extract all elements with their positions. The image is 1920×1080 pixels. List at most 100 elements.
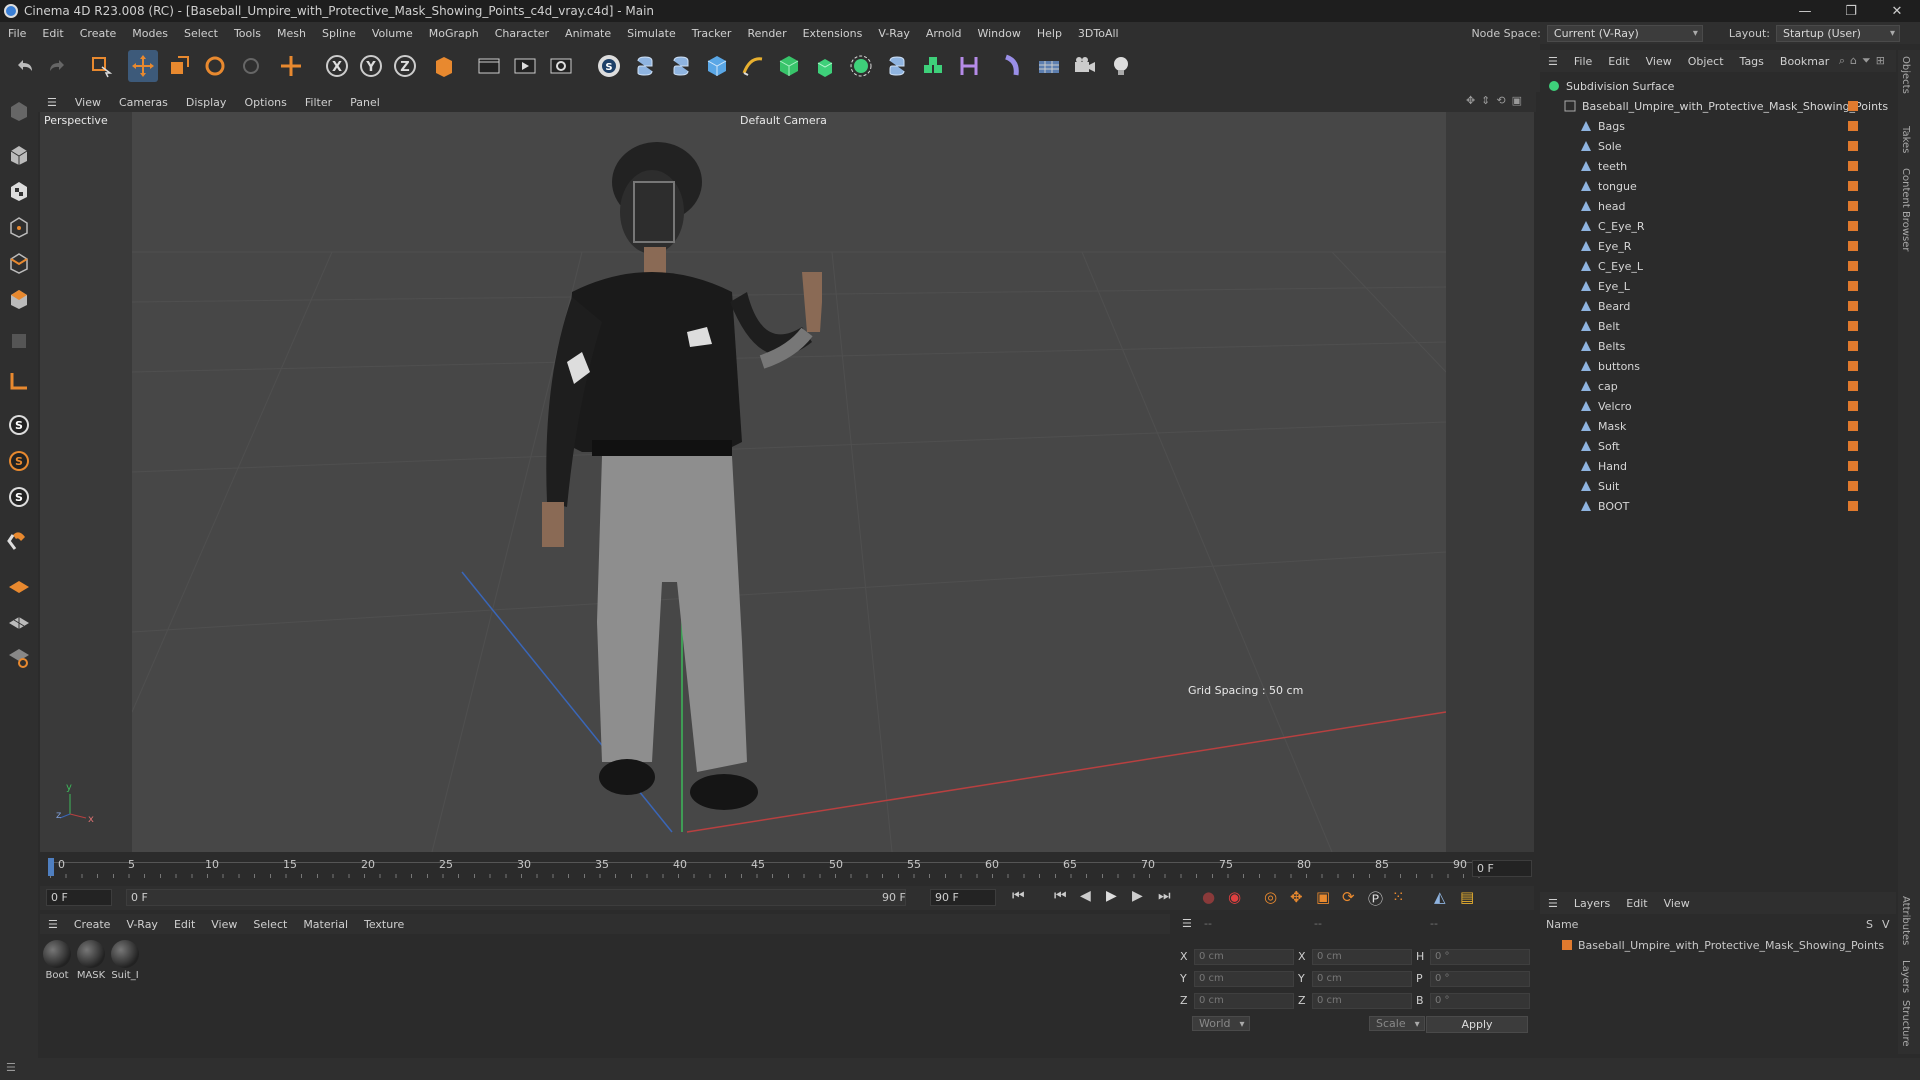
layers-menu-layers[interactable]: Layers — [1566, 897, 1618, 910]
y-axis-lock-icon[interactable]: Y — [356, 50, 386, 82]
play-icon[interactable]: ▶ — [1106, 888, 1117, 904]
viewport-menu-view[interactable]: View — [66, 96, 110, 109]
mograph-icon[interactable] — [918, 50, 948, 82]
menu-select[interactable]: Select — [176, 27, 226, 40]
material-tag[interactable] — [1848, 121, 1858, 131]
render-picture-viewer-icon[interactable] — [510, 50, 540, 82]
deformer-icon[interactable] — [954, 50, 984, 82]
material-tag[interactable] — [1848, 101, 1858, 111]
menu-extensions[interactable]: Extensions — [795, 27, 871, 40]
menu-vray[interactable]: V-Ray — [870, 27, 918, 40]
menu-character[interactable]: Character — [487, 27, 557, 40]
material-tag[interactable] — [1848, 321, 1858, 331]
object-child[interactable]: Hand — [1540, 456, 1896, 476]
menu-file[interactable]: File — [0, 27, 34, 40]
material-tag[interactable] — [1848, 141, 1858, 151]
material-tag[interactable] — [1848, 461, 1858, 471]
menu-edit[interactable]: Edit — [34, 27, 71, 40]
object-child[interactable]: Bags — [1540, 116, 1896, 136]
make-editable-icon[interactable] — [4, 96, 34, 126]
add-transform-icon[interactable] — [276, 50, 306, 82]
node-space-select[interactable]: Current (V-Ray) — [1546, 24, 1703, 42]
render-settings-icon[interactable] — [546, 50, 576, 82]
material-tag[interactable] — [1848, 181, 1858, 191]
material-menu-vray[interactable]: V-Ray — [118, 918, 166, 931]
object-child[interactable]: Mask — [1540, 416, 1896, 436]
extrude-icon[interactable] — [810, 50, 840, 82]
object-child[interactable]: Eye_L — [1540, 276, 1896, 296]
key-pla-icon[interactable]: ⁙ — [1392, 888, 1405, 906]
menu-mograph[interactable]: MoGraph — [421, 27, 487, 40]
umpire-figure[interactable] — [462, 122, 822, 852]
material-suit[interactable]: Suit_I — [110, 940, 140, 981]
z-axis-lock-icon[interactable]: Z — [390, 50, 420, 82]
snap-enable-icon[interactable]: S — [4, 446, 34, 476]
object-child[interactable]: Velcro — [1540, 396, 1896, 416]
material-boot[interactable]: Boot — [42, 940, 72, 981]
objects-hamburger-icon[interactable]: ☰ — [1540, 55, 1566, 68]
motion-system-icon[interactable]: ◭ — [1434, 888, 1446, 906]
menu-simulate[interactable]: Simulate — [619, 27, 684, 40]
size-y-field[interactable]: 0 cm — [1312, 971, 1412, 987]
layers-menu-edit[interactable]: Edit — [1618, 897, 1655, 910]
object-child[interactable]: Sole — [1540, 136, 1896, 156]
viewport-nav-icons[interactable]: ✥⇕⟲▣ — [1466, 94, 1528, 107]
material-tag[interactable] — [1848, 441, 1858, 451]
layer-row[interactable]: Baseball_Umpire_with_Protective_Mask_Sho… — [1540, 936, 1896, 954]
python-script-2-icon[interactable] — [666, 50, 696, 82]
viewport-hamburger-icon[interactable]: ☰ — [38, 96, 66, 109]
environment-icon[interactable] — [996, 50, 1026, 82]
pos-y-field[interactable]: 0 cm — [1194, 971, 1294, 987]
rotate-icon[interactable] — [200, 50, 230, 82]
menu-arnold[interactable]: Arnold — [918, 27, 970, 40]
texture-mode-icon[interactable] — [4, 176, 34, 206]
3d-viewport[interactable]: Grid Spacing : 50 cm Perspective Default… — [40, 112, 1534, 852]
key-parameter-icon[interactable]: Ⓟ — [1368, 888, 1383, 909]
workplane-icon[interactable] — [4, 570, 34, 600]
maximize-button[interactable]: ❐ — [1828, 0, 1874, 22]
current-frame-field[interactable]: 0 F — [1472, 860, 1532, 877]
model-mode-icon[interactable] — [4, 140, 34, 170]
pos-z-field[interactable]: 0 cm — [1194, 993, 1294, 1009]
object-child[interactable]: Beard — [1540, 296, 1896, 316]
objects-menu-tags[interactable]: Tags — [1732, 55, 1772, 68]
default-camera-label[interactable]: Default Camera — [740, 114, 827, 127]
points-mode-icon[interactable] — [4, 212, 34, 242]
cube-object-icon[interactable] — [702, 50, 732, 82]
next-frame-icon[interactable]: ▶ — [1132, 888, 1143, 904]
uv-mode-icon[interactable] — [4, 326, 34, 356]
recent-tool-icon[interactable] — [236, 50, 266, 82]
coordinate-system-icon[interactable] — [428, 50, 458, 82]
objects-menu-view[interactable]: View — [1638, 55, 1680, 68]
viewport-menu-panel[interactable]: Panel — [341, 96, 389, 109]
range-start-field[interactable]: 0 F — [126, 889, 906, 906]
material-tag[interactable] — [1848, 421, 1858, 431]
autokey-icon[interactable]: ◉ — [1228, 888, 1241, 906]
cloner-icon[interactable] — [846, 50, 876, 82]
material-tag[interactable] — [1848, 241, 1858, 251]
live-selection-icon[interactable] — [86, 50, 116, 82]
coord-mode-select[interactable]: Scale — [1369, 1016, 1425, 1031]
menu-window[interactable]: Window — [969, 27, 1028, 40]
object-child[interactable]: buttons — [1540, 356, 1896, 376]
redo-icon[interactable] — [42, 50, 72, 82]
material-tag[interactable] — [1848, 381, 1858, 391]
pen-spline-icon[interactable] — [738, 50, 768, 82]
playhead[interactable] — [48, 858, 54, 876]
viewport-menu-cameras[interactable]: Cameras — [110, 96, 177, 109]
layout-select[interactable]: Startup (User) — [1776, 24, 1900, 42]
object-child[interactable]: Belt — [1540, 316, 1896, 336]
object-child[interactable]: C_Eye_R — [1540, 216, 1896, 236]
snap-settings-icon[interactable]: S — [4, 482, 34, 512]
object-child[interactable]: Suit — [1540, 476, 1896, 496]
polygons-mode-icon[interactable] — [4, 284, 34, 314]
material-tag[interactable] — [1848, 201, 1858, 211]
side-tab-takes[interactable]: Takes — [1900, 126, 1911, 153]
snap-icon[interactable]: S — [4, 410, 34, 440]
objects-menu-bookmarks[interactable]: Bookmar — [1772, 55, 1837, 68]
keyframe-selection-icon[interactable]: ◎ — [1264, 888, 1277, 906]
axis-mode-icon[interactable] — [4, 366, 34, 396]
material-menu-edit[interactable]: Edit — [166, 918, 203, 931]
object-root[interactable]: Subdivision Surface — [1540, 76, 1896, 96]
menu-modes[interactable]: Modes — [124, 27, 176, 40]
